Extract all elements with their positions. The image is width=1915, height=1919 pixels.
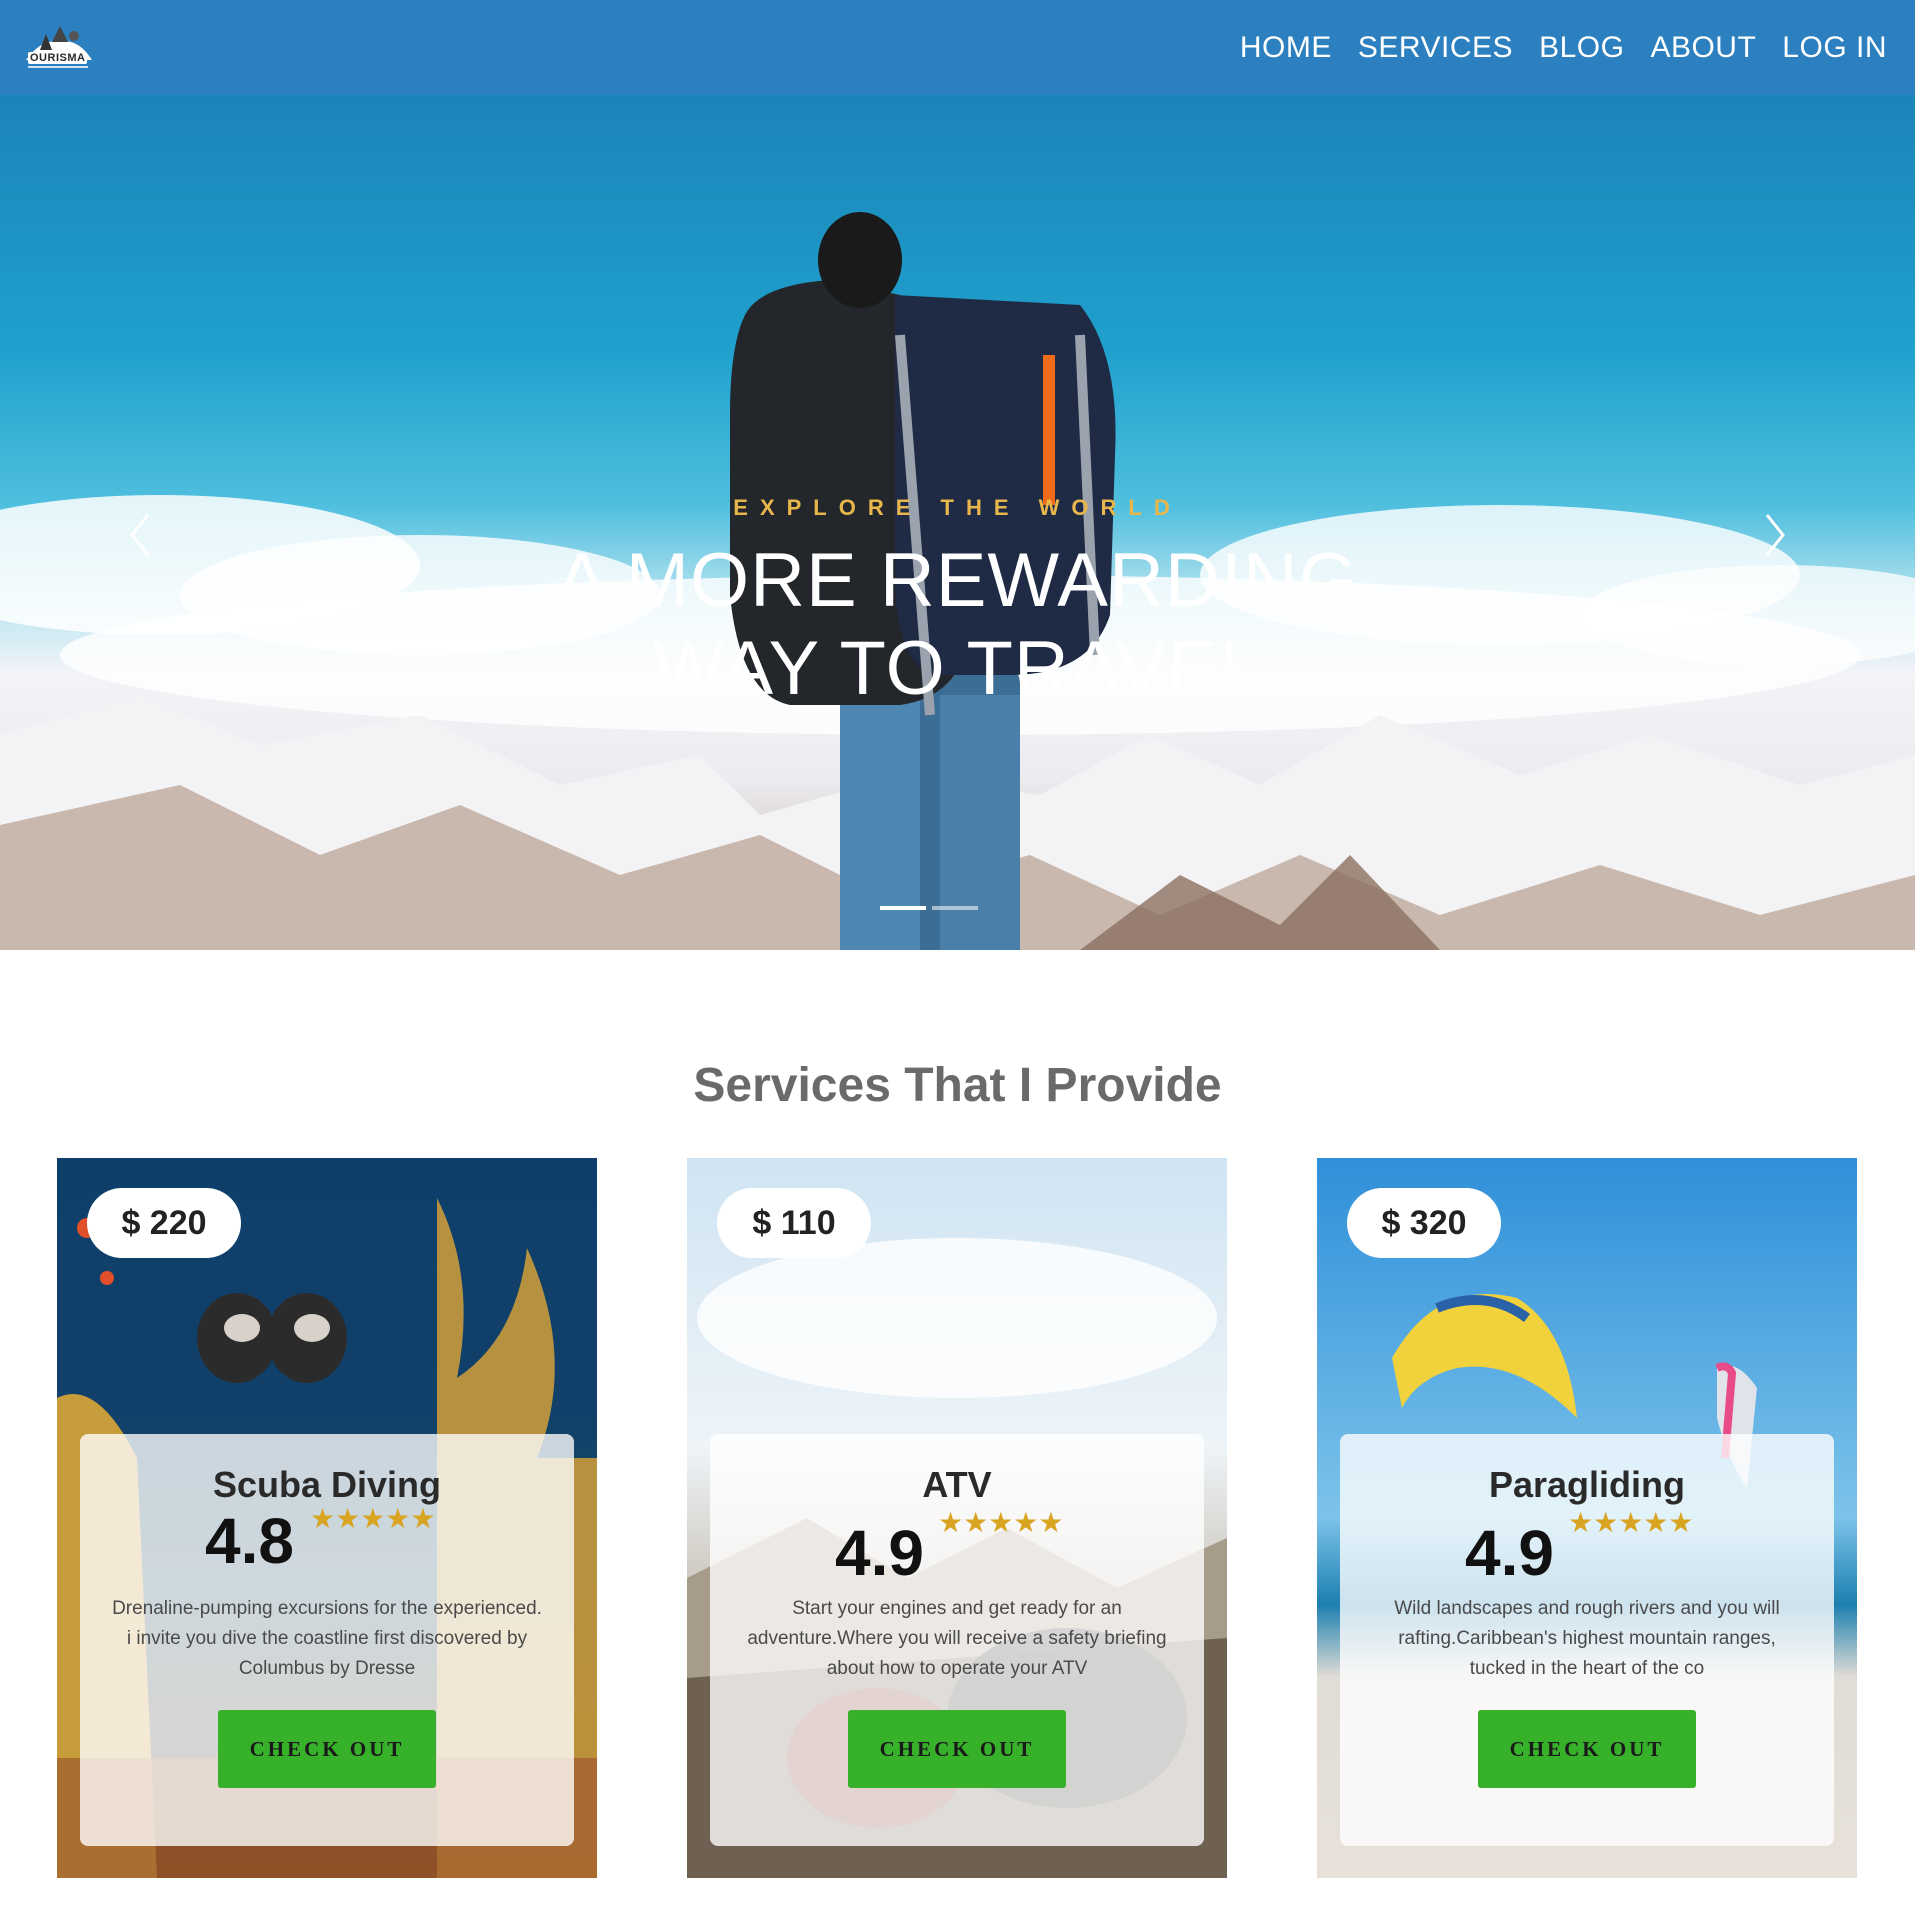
star-rating-icon: ★★★★★ [1568, 1507, 1694, 1538]
service-name: ATV [922, 1464, 992, 1505]
carousel-next-button[interactable] [1755, 505, 1795, 565]
service-description: Wild landscapes and rough rivers and you… [1394, 1598, 1780, 1679]
rating-value: 4.8 [205, 1505, 294, 1577]
main-nav: HOME SERVICES BLOG ABOUT LOG IN [1240, 31, 1887, 65]
logo-icon [26, 25, 92, 68]
hero-title-line2: WAY TO TRAVEL [652, 626, 1263, 711]
carousel-indicators [880, 906, 978, 910]
check-out-button[interactable]: CHECK OUT [218, 1710, 436, 1788]
navbar: OURISMA HOME SERVICES BLOG ABOUT LOG IN [0, 0, 1915, 95]
check-out-button[interactable]: CHECK OUT [848, 1710, 1066, 1788]
nav-about-link[interactable]: ABOUT [1650, 31, 1756, 65]
rating: 4.9 ★★★★★ [710, 1506, 1204, 1594]
rating-value: 4.9 [835, 1517, 924, 1589]
nav-blog-link[interactable]: BLOG [1539, 31, 1624, 65]
nav-home-link[interactable]: HOME [1240, 31, 1332, 65]
hero-caption: EXPLORE THE WORLD A MORE REWARDING WAY T… [0, 495, 1915, 713]
carousel-prev-button[interactable] [120, 505, 160, 565]
service-card-paragliding: $ 320 Paragliding 4.9 ★★★★★ Wild landsca… [1317, 1158, 1857, 1878]
card-info-panel: ATV 4.9 ★★★★★ Start your engines and get… [710, 1434, 1204, 1846]
check-out-button[interactable]: CHECK OUT [1478, 1710, 1696, 1788]
hero-title: A MORE REWARDING WAY TO TRAVEL [0, 537, 1915, 713]
hero-carousel: EXPLORE THE WORLD A MORE REWARDING WAY T… [0, 95, 1915, 950]
card-info-panel: Scuba Diving 4.8 ★★★★★ Drenaline-pumping… [80, 1434, 574, 1846]
chevron-right-icon [1765, 514, 1785, 556]
nav-services-link[interactable]: SERVICES [1358, 31, 1513, 65]
price-badge: $ 110 [717, 1188, 871, 1258]
card-info-panel: Paragliding 4.9 ★★★★★ Wild landscapes an… [1340, 1434, 1834, 1846]
price-badge: $ 220 [87, 1188, 241, 1258]
rating: 4.9 ★★★★★ [1340, 1506, 1834, 1594]
rating-value: 4.9 [1465, 1517, 1554, 1589]
service-card-atv: $ 110 ATV 4.9 ★★★★★ Start your engines a… [687, 1158, 1227, 1878]
nav-login-link[interactable]: LOG IN [1782, 31, 1887, 65]
chevron-left-icon [130, 514, 150, 556]
price-badge: $ 320 [1347, 1188, 1501, 1258]
service-description: Start your engines and get ready for an … [747, 1598, 1167, 1679]
rating: 4.8 ★★★★★ [80, 1503, 574, 1594]
site-logo[interactable]: OURISMA [22, 20, 96, 76]
carousel-indicator[interactable] [932, 906, 978, 910]
service-description: Drenaline-pumping excursions for the exp… [112, 1598, 542, 1679]
service-name: Paragliding [1488, 1464, 1686, 1505]
service-card-scuba: $ 220 Scuba Diving 4.8 ★★★★★ Drenaline-p… [57, 1158, 597, 1878]
hero-kicker: EXPLORE THE WORLD [733, 495, 1182, 520]
carousel-indicator[interactable] [880, 906, 926, 910]
star-rating-icon: ★★★★★ [938, 1507, 1064, 1538]
hero-title-line1: A MORE REWARDING [556, 538, 1359, 623]
star-rating-icon: ★★★★★ [310, 1503, 436, 1534]
service-name: Scuba Diving [212, 1464, 442, 1505]
services-heading: Services That I Provide [693, 1059, 1222, 1112]
logo-text: OURISMA [28, 51, 88, 64]
